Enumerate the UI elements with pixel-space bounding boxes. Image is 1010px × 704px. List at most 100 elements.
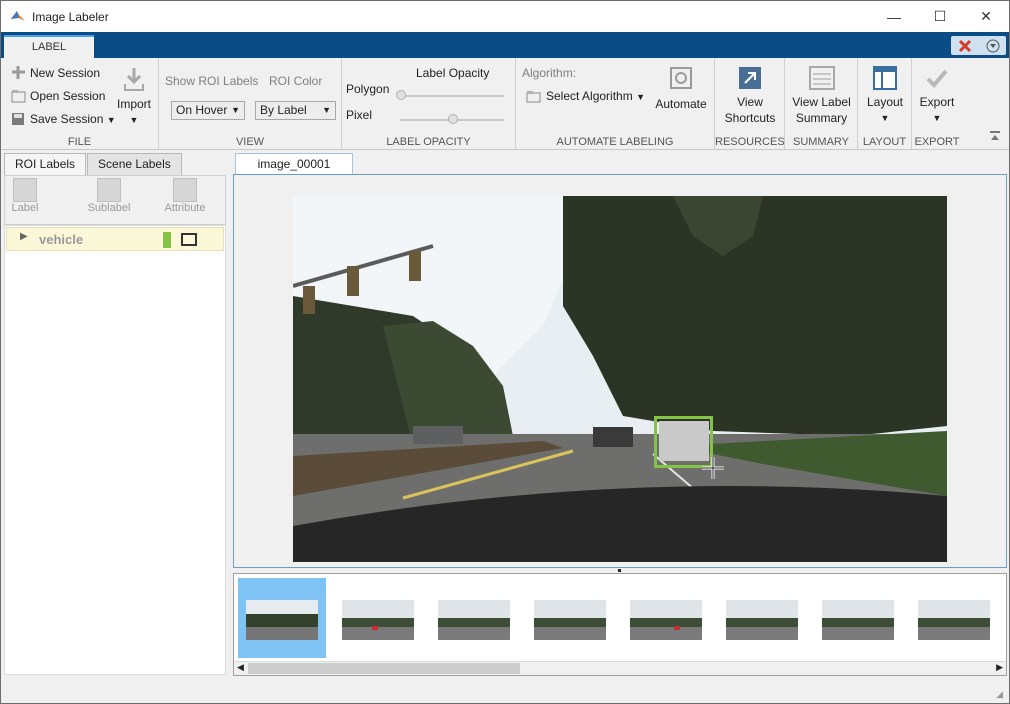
automate-icon [670,67,692,89]
automate-button[interactable]: Automate [650,64,712,112]
file-caption: FILE [67,136,92,148]
folder-icon [11,90,26,103]
show-roi-labels-label: Show ROI Labels [165,74,259,88]
select-algorithm-dropdown[interactable]: Select Algorithm ▼ [546,89,645,103]
view-label-summary-button[interactable]: View Label Summary [787,66,856,126]
scroll-left-icon[interactable]: ◀ [237,662,244,673]
summary-section: View Label Summary SUMMARY [785,58,858,150]
road-image[interactable] [293,196,947,562]
automate-caption: AUTOMATE LABELING [556,136,674,148]
view-section: Show ROI Labels ROI Color On Hover ▼ By L… [159,58,342,150]
import-button[interactable]: Import ▼ [113,66,155,128]
show-roi-dropdown[interactable]: On Hover ▼ [171,101,245,120]
algorithm-label: Algorithm: [522,66,577,80]
label-name: vehicle [39,232,84,247]
polygon-label: Polygon [346,82,390,96]
main-panel: image_00001 ◀ ▶ [231,150,1009,678]
pixel-slider-knob[interactable] [448,114,458,124]
image-display [233,174,1007,568]
crosshair-cursor-icon [702,457,724,479]
thumbnail-5[interactable] [622,578,710,658]
thumbnail-image [534,600,606,640]
label-tool[interactable]: Label [7,176,43,214]
thumbnail-1[interactable] [238,578,326,658]
export-section: Export ▼ EXPORT [912,58,962,150]
thumbnail-image [246,600,318,640]
expand-arrow-icon[interactable]: ▶ [20,231,28,242]
sublabel-tool[interactable]: Sublabel [81,176,137,214]
thumbnail-image [726,600,798,640]
title-bar: Image Labeler — ☐ ✕ [1,1,1009,32]
maximize-button[interactable]: ☐ [917,1,963,32]
splitter-handle[interactable] [618,569,621,572]
thumbnail-3[interactable] [430,578,518,658]
filmstrip-scrollbar[interactable]: ◀ ▶ [234,661,1006,675]
summary-icon [808,66,835,90]
save-session-button[interactable]: Save Session ▼ [30,112,116,126]
label-opacity-caption: LABEL OPACITY [386,136,471,148]
thumbnail-4[interactable] [526,578,614,658]
add-sublabel-icon [97,178,121,202]
thumbnail-8[interactable] [910,578,998,658]
tab-image[interactable]: image_00001 [235,153,353,175]
thumbnail-7[interactable] [814,578,902,658]
scrollbar-thumb[interactable] [248,663,520,674]
roi-color-dropdown[interactable]: By Label ▼ [255,101,336,120]
close-app-icon[interactable] [957,38,973,54]
polygon-slider-knob[interactable] [396,90,406,100]
app-window: Image Labeler — ☐ ✕ LABEL New Session Op… [0,0,1010,704]
rectangle-roi-icon [181,233,197,246]
tab-label[interactable]: LABEL [4,35,94,58]
new-session-button[interactable]: New Session [30,66,100,80]
layout-icon [873,66,897,90]
minimize-button[interactable]: — [871,1,917,32]
checkmark-icon [926,69,948,88]
tab-roi-labels[interactable]: ROI Labels [4,153,87,175]
shortcuts-icon [739,67,761,89]
add-label-icon [13,178,37,202]
thumbnail-2[interactable] [334,578,422,658]
layout-caption: LAYOUT [862,136,907,148]
thumbnail-6[interactable] [718,578,806,658]
close-button[interactable]: ✕ [963,1,1009,32]
layout-button[interactable]: Layout ▼ [860,66,910,126]
scroll-right-icon[interactable]: ▶ [996,662,1003,673]
matlab-icon [11,10,25,21]
ribbon: New Session Open Session Save Session ▼ … [1,58,1009,150]
add-attribute-icon [173,178,197,202]
open-session-button[interactable]: Open Session [30,89,105,103]
view-shortcuts-button[interactable]: View Shortcuts [717,66,783,126]
thumbnail-image [342,600,414,640]
file-section: New Session Open Session Save Session ▼ … [1,58,159,150]
new-session-icon [12,66,25,79]
resources-caption: RESOURCES [715,136,785,148]
label-opacity-section: Label Opacity Polygon Pixel LABEL OPACIT… [342,58,516,150]
tab-scene-labels[interactable]: Scene Labels [87,153,182,175]
status-bar: ◢ [1,678,1009,703]
label-row-vehicle[interactable]: ▶ vehicle [6,227,224,251]
label-list: ▶ vehicle [4,225,226,675]
resources-section: View Shortcuts RESOURCES [715,58,785,150]
view-caption: VIEW [235,136,265,148]
thumbnail-image [438,600,510,640]
thumbnail-image [630,600,702,640]
label-color-swatch [163,232,171,248]
save-icon [12,113,24,125]
export-caption: EXPORT [914,136,960,148]
filmstrip: ◀ ▶ [233,573,1007,676]
polygon-opacity-slider[interactable] [400,95,504,97]
export-button[interactable]: Export ▼ [914,66,960,126]
folder-icon [526,91,541,103]
resize-grip-icon[interactable]: ◢ [996,689,1003,700]
chevron-down-icon[interactable] [986,39,1000,53]
summary-caption: SUMMARY [792,136,850,148]
collapse-ribbon-icon[interactable] [989,131,1001,141]
attribute-tool[interactable]: Attribute [159,176,211,214]
left-panel: ROI Labels Scene Labels Label Sublabel A… [1,150,231,678]
automate-section: Algorithm: Select Algorithm ▼ Automate A… [516,58,715,150]
ribbon-controls [951,36,1006,55]
road-scene-image [293,196,947,562]
window-title: Image Labeler [32,9,109,24]
layout-section: Layout ▼ LAYOUT [858,58,912,150]
ribbon-tabstrip: LABEL [1,32,1009,58]
